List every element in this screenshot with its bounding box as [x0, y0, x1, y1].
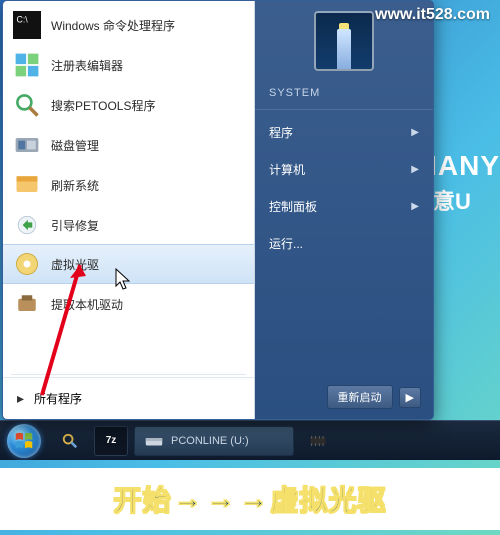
menu-item-label: 刷新系统: [51, 177, 99, 194]
search-icon: [60, 429, 80, 453]
menu-item-boot-repair[interactable]: 引导修复: [3, 205, 254, 245]
menu-item-disk-mgmt[interactable]: 磁盘管理: [3, 125, 254, 165]
all-programs-label: 所有程序: [34, 390, 82, 407]
right-item-control-panel[interactable]: 控制面板 ▶: [255, 188, 433, 225]
caption-part1: 开始: [113, 479, 171, 519]
regedit-icon: [13, 51, 41, 79]
arrow-icon: →: [207, 483, 236, 515]
windows-logo-icon: [13, 430, 35, 452]
all-programs[interactable]: ▸ 所有程序: [3, 372, 254, 419]
start-menu-right: SYSTEM 程序 ▶ 计算机 ▶ 控制面板 ▶ 运行... 重新启动 ▶: [255, 1, 433, 419]
menu-item-label: 注册表编辑器: [51, 57, 123, 74]
taskbar-7zip[interactable]: 7z: [94, 426, 128, 456]
taskbar-drive-label: PCONLINE (U:): [171, 435, 249, 447]
right-item-run[interactable]: 运行...: [255, 225, 433, 262]
arrow-icon: →: [240, 483, 269, 515]
extract-driver-icon: [13, 290, 41, 318]
menu-item-regedit[interactable]: 注册表编辑器: [3, 45, 254, 85]
virtual-drive-icon: [13, 250, 41, 278]
refresh-icon: [13, 171, 41, 199]
taskbar-drive[interactable]: PCONLINE (U:): [134, 426, 294, 456]
restart-options-button[interactable]: ▶: [399, 387, 421, 408]
chevron-right-icon: ▸: [17, 390, 24, 407]
svg-text:C:\: C:\: [17, 14, 29, 24]
disk-mgmt-icon: [13, 131, 41, 159]
search-icon: [13, 91, 41, 119]
menu-item-label: 虚拟光驱: [51, 256, 99, 273]
arrow-icon: →: [174, 483, 203, 515]
caption: 开始 → → → 虚拟光驱: [0, 468, 500, 530]
chip-icon: [308, 432, 328, 450]
start-menu: C:\ Windows 命令处理程序 注册表编辑器 搜索PETOOLS程序 磁盘…: [2, 0, 434, 420]
right-item-label: 计算机: [269, 161, 305, 178]
right-item-programs[interactable]: 程序 ▶: [255, 114, 433, 151]
chevron-right-icon: ▶: [411, 127, 419, 138]
right-item-computer[interactable]: 计算机 ▶: [255, 151, 433, 188]
menu-item-label: 引导修复: [51, 217, 99, 234]
system-label: SYSTEM: [255, 81, 433, 110]
menu-item-cmd[interactable]: C:\ Windows 命令处理程序: [3, 5, 254, 45]
chevron-right-icon: ▶: [411, 164, 419, 175]
caption-part2: 虚拟光驱: [271, 479, 387, 519]
right-item-label: 程序: [269, 124, 293, 141]
menu-item-search-petools[interactable]: 搜索PETOOLS程序: [3, 85, 254, 125]
restart-button[interactable]: 重新启动: [327, 385, 393, 409]
user-picture[interactable]: [314, 11, 374, 71]
taskbar-search[interactable]: [52, 426, 88, 456]
chevron-right-icon: ▶: [406, 392, 414, 404]
watermark: www.it528.com: [375, 6, 490, 24]
menu-item-refresh[interactable]: 刷新系统: [3, 165, 254, 205]
taskbar: 7z PCONLINE (U:): [0, 420, 500, 460]
right-item-label: 运行...: [269, 235, 303, 252]
boot-repair-icon: [13, 211, 41, 239]
menu-item-label: 提取本机驱动: [51, 296, 123, 313]
taskbar-7zip-label: 7z: [106, 435, 117, 446]
divider: [11, 374, 246, 375]
right-item-label: 控制面板: [269, 198, 317, 215]
chevron-right-icon: ▶: [411, 201, 419, 212]
taskbar-chip[interactable]: [300, 426, 336, 456]
mouse-cursor: [115, 268, 133, 292]
drive-icon: [145, 434, 163, 448]
menu-item-label: Windows 命令处理程序: [51, 17, 175, 34]
start-menu-left: C:\ Windows 命令处理程序 注册表编辑器 搜索PETOOLS程序 磁盘…: [3, 1, 255, 419]
cmd-icon: C:\: [13, 11, 41, 39]
menu-item-label: 磁盘管理: [51, 137, 99, 154]
start-button[interactable]: [2, 421, 46, 461]
menu-item-label: 搜索PETOOLS程序: [51, 97, 155, 114]
